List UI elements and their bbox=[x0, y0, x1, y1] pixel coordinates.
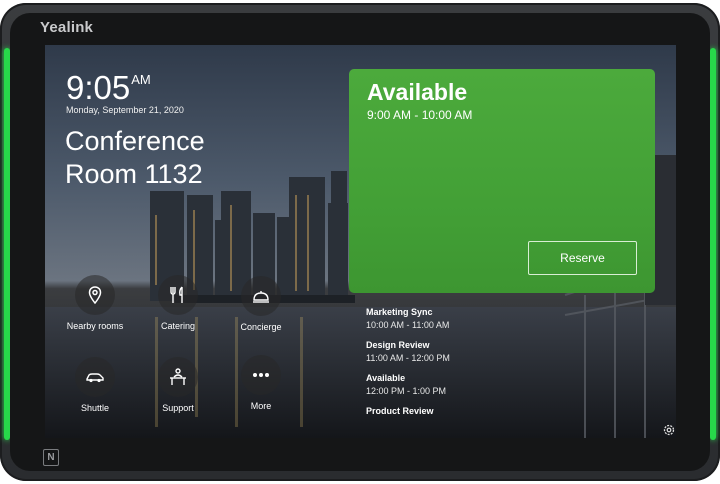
schedule-item[interactable]: Product Review bbox=[366, 406, 566, 416]
room-name: Conference Room 1132 bbox=[65, 126, 205, 189]
concierge-label: Concierge bbox=[240, 322, 282, 332]
schedule-item-title: Available bbox=[366, 373, 406, 383]
brand-logo: Yealink bbox=[40, 19, 94, 36]
current-time: 9:05 bbox=[66, 69, 131, 106]
schedule-item-title: Design Review bbox=[366, 340, 430, 350]
schedule-item[interactable]: Design Review 11:00 AM - 12:00 PM bbox=[366, 340, 566, 363]
availability-time-range: 9:00 AM - 10:00 AM bbox=[367, 108, 473, 122]
time-ampm: AM bbox=[131, 72, 151, 87]
location-pin-icon bbox=[88, 286, 102, 305]
schedule-item[interactable]: Marketing Sync 10:00 AM - 11:00 AM bbox=[366, 307, 566, 330]
schedule-item[interactable]: Available 12:00 PM - 1:00 PM bbox=[366, 373, 566, 396]
clock: 9:05AM bbox=[66, 70, 151, 106]
more-dots-icon bbox=[253, 373, 269, 377]
schedule-item-time: 10:00 AM - 11:00 AM bbox=[366, 320, 450, 330]
schedule-item-title: Marketing Sync bbox=[366, 307, 433, 317]
right-status-led bbox=[710, 48, 716, 440]
concierge-bell-icon bbox=[253, 291, 269, 303]
nfc-icon: N bbox=[43, 449, 59, 466]
more-label: More bbox=[250, 401, 272, 411]
schedule-item-time: 11:00 AM - 12:00 PM bbox=[366, 353, 450, 363]
display-screen: 9:05AM Monday, September 21, 2020 Confer… bbox=[45, 45, 676, 438]
support-desk-icon bbox=[170, 368, 186, 385]
schedule-item-title: Product Review bbox=[366, 406, 434, 416]
availability-card: Available 9:00 AM - 10:00 AM Reserve bbox=[349, 69, 655, 293]
schedule-item-time: 12:00 PM - 1:00 PM bbox=[366, 386, 447, 396]
concierge-button[interactable]: Concierge bbox=[211, 276, 311, 332]
reserve-button[interactable]: Reserve bbox=[528, 241, 637, 275]
more-button[interactable]: More bbox=[211, 355, 311, 411]
gear-icon bbox=[663, 424, 675, 436]
current-date: Monday, September 21, 2020 bbox=[66, 105, 184, 115]
schedule-list: Marketing Sync 10:00 AM - 11:00 AM Desig… bbox=[366, 307, 566, 426]
availability-status: Available bbox=[367, 79, 468, 105]
fork-knife-icon bbox=[170, 286, 183, 303]
car-icon bbox=[86, 373, 104, 383]
settings-button[interactable] bbox=[662, 423, 676, 438]
